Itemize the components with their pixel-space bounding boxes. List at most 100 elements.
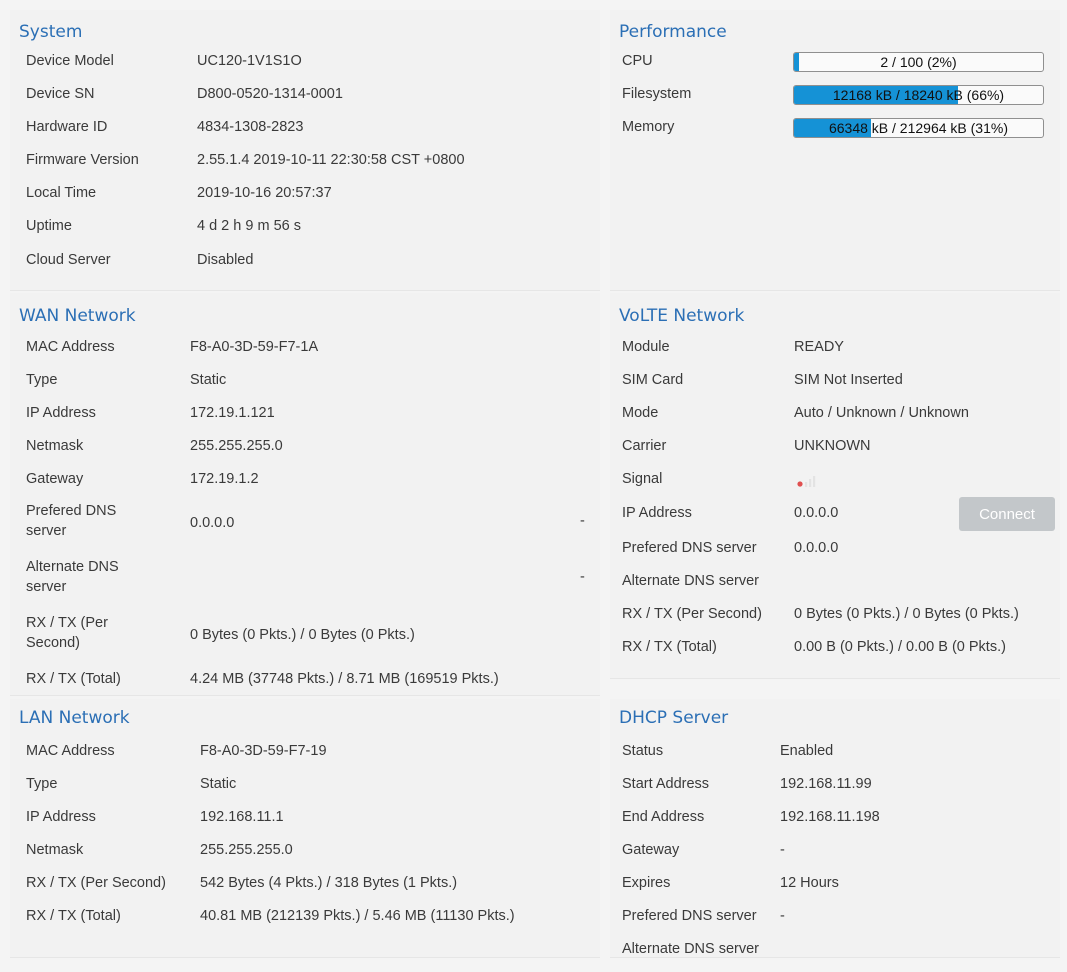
- system-label: Cloud Server: [26, 252, 111, 268]
- wan-row: Gateway 172.19.1.2: [10, 469, 600, 502]
- dhcp-row: Status Enabled: [610, 741, 1060, 774]
- cpu-usage-bar: 2 / 100 (2%): [793, 52, 1044, 72]
- wan-label: RX / TX (Per Second): [26, 615, 108, 651]
- system-row: Local Time 2019-10-16 20:57:37: [10, 183, 600, 216]
- lan-value: 542 Bytes (4 Pkts.) / 318 Bytes (1 Pkts.…: [200, 875, 458, 891]
- dhcp-label: Prefered DNS server: [622, 908, 757, 924]
- dhcp-value: Enabled: [780, 743, 834, 759]
- wan-row: MAC Address F8-A0-3D-59-F7-1A: [10, 337, 600, 370]
- dhcp-label: Expires: [622, 875, 671, 891]
- bar-text: 66348 kB / 212964 kB (31%): [828, 120, 1008, 136]
- system-value: D800-0520-1314-0001: [197, 86, 343, 102]
- performance-label: Filesystem: [622, 86, 692, 102]
- volte-row: SIM Card SIM Not Inserted: [610, 370, 1060, 403]
- performance-title: Performance: [619, 22, 727, 42]
- wan-title: WAN Network: [19, 306, 136, 326]
- wan-extra: -: [580, 569, 585, 585]
- system-title: System: [19, 22, 83, 42]
- wan-label: IP Address: [26, 405, 96, 421]
- performance-row: CPU 2 / 100 (2%): [610, 51, 1060, 84]
- dhcp-label: Alternate DNS server: [622, 941, 759, 957]
- system-label: Device SN: [26, 86, 95, 102]
- system-label: Uptime: [26, 218, 72, 234]
- volte-title: VoLTE Network: [619, 306, 745, 326]
- volte-panel: VoLTE Network Module READY SIM Card SIM …: [610, 293, 1060, 679]
- dhcp-value: -: [780, 908, 785, 924]
- dhcp-row: End Address 192.168.11.198: [610, 807, 1060, 840]
- volte-value: Auto / Unknown / Unknown: [794, 405, 969, 421]
- volte-row: RX / TX (Per Second) 0 Bytes (0 Pkts.) /…: [610, 604, 1060, 637]
- wan-value: 255.255.255.0: [190, 438, 283, 454]
- lan-title: LAN Network: [19, 708, 130, 728]
- lan-panel: LAN Network MAC Address F8-A0-3D-59-F7-1…: [10, 699, 600, 958]
- volte-value: UNKNOWN: [794, 438, 871, 454]
- dhcp-row: Start Address 192.168.11.99: [610, 774, 1060, 807]
- wan-value: 0.0.0.0: [190, 515, 235, 531]
- performance-panel: Performance CPU 2 / 100 (2%) Filesystem …: [610, 10, 1060, 291]
- lan-label: IP Address: [26, 809, 96, 825]
- volte-value: 0.0.0.0: [794, 505, 839, 521]
- wan-label: Type: [26, 372, 58, 388]
- dhcp-row: Gateway -: [610, 840, 1060, 873]
- volte-value: 0.0.0.0: [794, 540, 839, 556]
- volte-label: Mode: [622, 405, 659, 421]
- signal-strength-icon: [797, 476, 816, 487]
- wan-value: F8-A0-3D-59-F7-1A: [190, 339, 319, 355]
- lan-value: Static: [200, 776, 237, 792]
- system-row: Device Model UC120-1V1S1O: [10, 51, 600, 84]
- volte-label: Module: [622, 339, 670, 355]
- dhcp-label: Start Address: [622, 776, 710, 792]
- volte-label: RX / TX (Total): [622, 639, 717, 655]
- wan-extra: -: [580, 513, 585, 529]
- wan-value: Static: [190, 372, 227, 388]
- wan-value: 4.24 MB (37748 Pkts.) / 8.71 MB (169519 …: [190, 671, 499, 687]
- signal-bar: [813, 476, 816, 487]
- signal-bar: [805, 482, 808, 487]
- lan-value: 255.255.255.0: [200, 842, 293, 858]
- wan-row: RX / TX (Per Second) 0 Bytes (0 Pkts.) /…: [10, 613, 600, 661]
- memory-usage-bar: 66348 kB / 212964 kB (31%): [793, 118, 1044, 138]
- dhcp-label: End Address: [622, 809, 705, 825]
- bar-text: 2 / 100 (2%): [880, 54, 957, 70]
- performance-label: Memory: [622, 119, 675, 135]
- volte-label: SIM Card: [622, 372, 684, 388]
- system-row: Cloud Server Disabled: [10, 250, 600, 283]
- wan-row: IP Address 172.19.1.121: [10, 403, 600, 436]
- volte-row: Prefered DNS server 0.0.0.0: [610, 538, 1060, 571]
- signal-bar: [809, 479, 812, 487]
- dhcp-value: 12 Hours: [780, 875, 839, 891]
- lan-row: MAC Address F8-A0-3D-59-F7-19: [10, 741, 600, 774]
- volte-value: SIM Not Inserted: [794, 372, 903, 388]
- bar-text: 12168 kB / 18240 kB (66%): [832, 87, 1005, 103]
- system-panel: System Device Model UC120-1V1S1O Device …: [10, 10, 600, 291]
- volte-label: Signal: [622, 471, 663, 487]
- lan-label: Netmask: [26, 842, 84, 858]
- volte-label: IP Address: [622, 505, 692, 521]
- wan-value: 0 Bytes (0 Pkts.) / 0 Bytes (0 Pkts.): [190, 627, 415, 643]
- system-value: 4834-1308-2823: [197, 119, 304, 135]
- dhcp-row: Alternate DNS server: [610, 939, 1060, 972]
- wan-label: Alternate DNS server: [26, 559, 119, 595]
- wan-row: Alternate DNS server -: [10, 557, 600, 605]
- lan-label: RX / TX (Per Second): [26, 875, 166, 891]
- system-label: Device Model: [26, 53, 114, 69]
- wan-row: Prefered DNS server 0.0.0.0 -: [10, 501, 600, 549]
- wan-label: RX / TX (Total): [26, 671, 121, 687]
- performance-row: Filesystem 12168 kB / 18240 kB (66%): [610, 84, 1060, 117]
- lan-row: Netmask 255.255.255.0: [10, 840, 600, 873]
- volte-row: Mode Auto / Unknown / Unknown: [610, 403, 1060, 436]
- connect-button[interactable]: Connect: [959, 497, 1055, 531]
- volte-row: Carrier UNKNOWN: [610, 436, 1060, 469]
- wan-label: Gateway: [26, 471, 84, 487]
- system-value: 2019-10-16 20:57:37: [197, 185, 332, 201]
- dhcp-row: Prefered DNS server -: [610, 906, 1060, 939]
- wan-label: MAC Address: [26, 339, 115, 355]
- lan-label: RX / TX (Total): [26, 908, 121, 924]
- wan-value: 172.19.1.121: [190, 405, 275, 421]
- system-label: Hardware ID: [26, 119, 108, 135]
- dhcp-title: DHCP Server: [619, 708, 729, 728]
- system-row: Device SN D800-0520-1314-0001: [10, 84, 600, 117]
- system-value: 2.55.1.4 2019-10-11 22:30:58 CST +0800: [197, 152, 465, 168]
- lan-label: MAC Address: [26, 743, 115, 759]
- dhcp-label: Gateway: [622, 842, 680, 858]
